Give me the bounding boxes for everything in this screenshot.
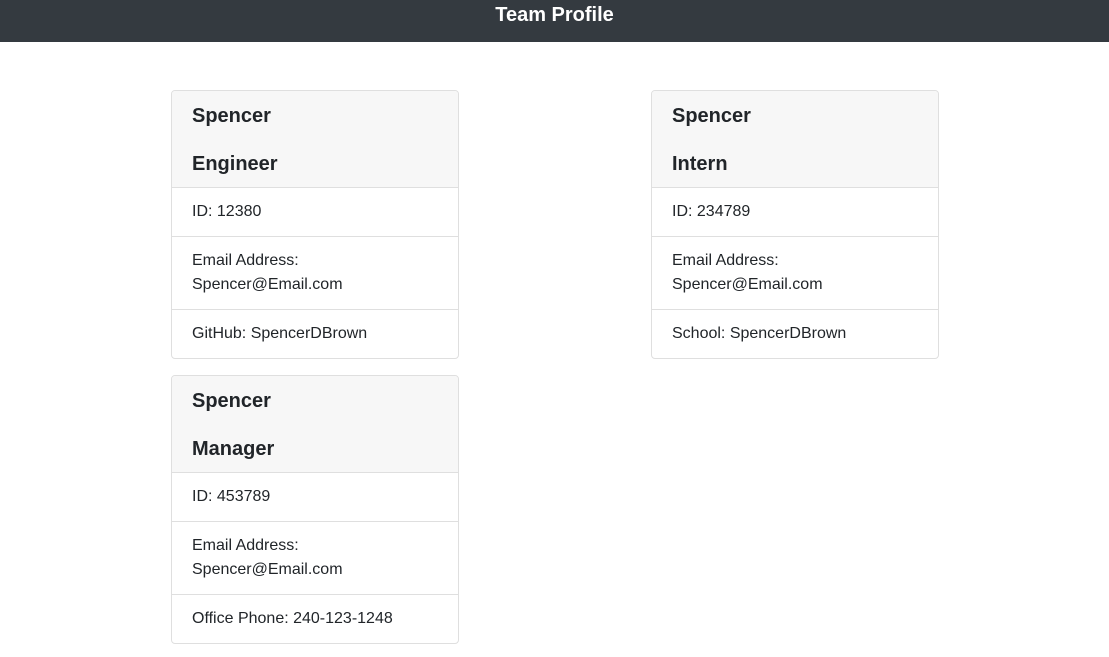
employee-id: ID: 234789 xyxy=(652,188,938,237)
employee-id-text: ID: 453789 xyxy=(192,488,271,505)
employee-email: Email Address: Spencer@Email.com xyxy=(172,522,458,595)
employee-role: Manager xyxy=(192,438,275,460)
employee-id-text: ID: 12380 xyxy=(192,203,262,220)
employee-name: Spencer xyxy=(192,105,271,127)
employee-id: ID: 12380 xyxy=(172,188,458,237)
employee-github: GitHub: SpencerDBrown xyxy=(172,310,458,358)
email-value: Spencer@Email.com xyxy=(192,276,343,293)
employee-name: Spencer xyxy=(672,105,751,127)
employee-card-engineer: Spencer Engineer ID: 12380 Email Address… xyxy=(171,90,459,359)
email-label: Email Address: xyxy=(672,252,779,269)
employee-school: School: SpencerDBrown xyxy=(652,310,938,358)
email-value: Spencer@Email.com xyxy=(672,276,823,293)
employee-email: Email Address: Spencer@Email.com xyxy=(652,237,938,310)
employee-office-phone: Office Phone: 240-123-1248 xyxy=(172,595,458,643)
employee-card-manager: Spencer Manager ID: 453789 Email Address… xyxy=(171,375,459,644)
school-text: School: SpencerDBrown xyxy=(672,325,847,342)
employee-role: Engineer xyxy=(192,153,278,175)
employee-id-text: ID: 234789 xyxy=(672,203,751,220)
page-title: Team Profile xyxy=(495,4,614,26)
email-value: Spencer@Email.com xyxy=(192,561,343,578)
card-header: Spencer Engineer xyxy=(172,91,458,188)
employee-id: ID: 453789 xyxy=(172,473,458,522)
card-header: Spencer Intern xyxy=(652,91,938,188)
employee-card-intern: Spencer Intern ID: 234789 Email Address:… xyxy=(651,90,939,359)
employee-name: Spencer xyxy=(192,390,271,412)
card-header: Spencer Manager xyxy=(172,376,458,473)
navbar: Team Profile xyxy=(0,0,1109,42)
employee-role: Intern xyxy=(672,153,728,175)
email-label: Email Address: xyxy=(192,537,299,554)
email-label: Email Address: xyxy=(192,252,299,269)
github-text: GitHub: SpencerDBrown xyxy=(192,325,368,342)
employee-email: Email Address: Spencer@Email.com xyxy=(172,237,458,310)
office-phone-text: Office Phone: 240-123-1248 xyxy=(192,610,393,627)
